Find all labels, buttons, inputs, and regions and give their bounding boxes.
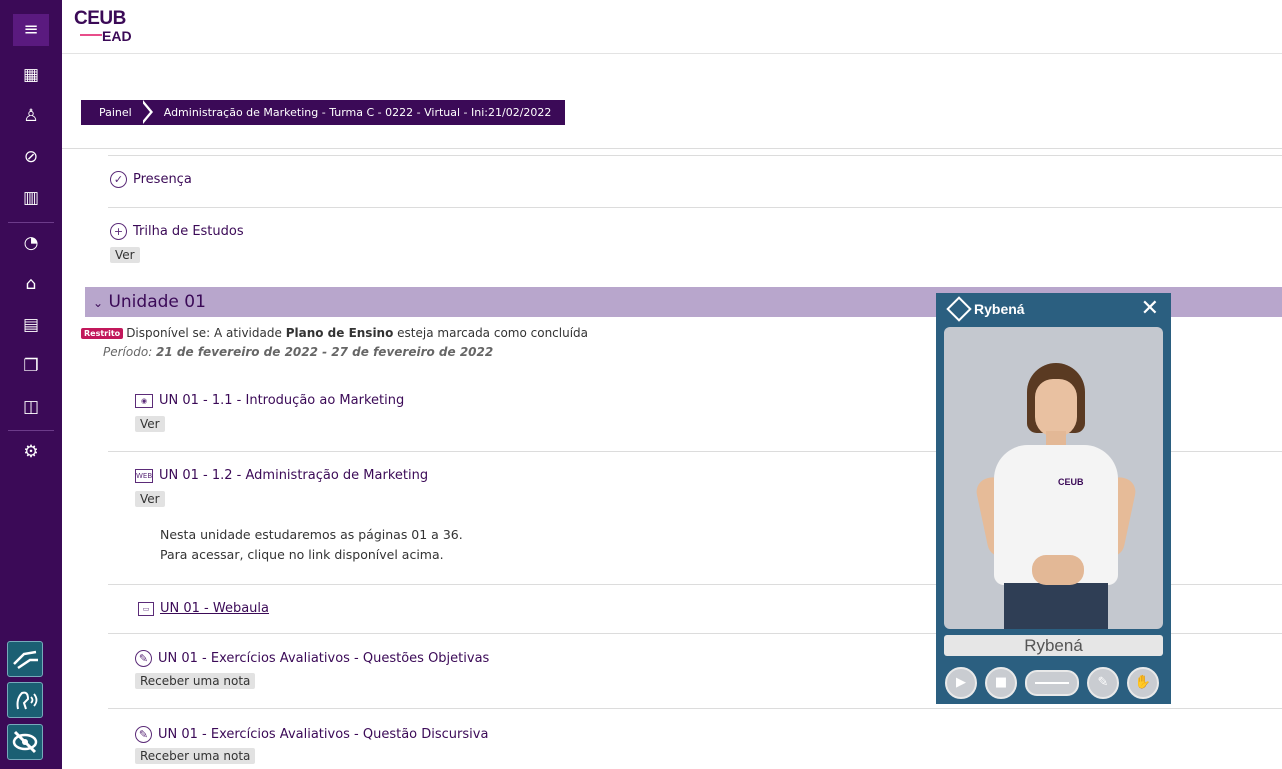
web-file-icon: WEB: [135, 468, 153, 483]
completion-tag: Receber uma nota: [135, 748, 256, 764]
divider: [108, 708, 1282, 709]
stop-button[interactable]: ■: [985, 667, 1017, 699]
dashboard-icon[interactable]: ▦: [0, 56, 62, 94]
completion-tag: Ver: [110, 247, 140, 263]
activity-title: UN 01 - 1.1 - Introdução ao Marketing: [159, 393, 405, 408]
ceub-ead-logo[interactable]: CEUB EAD: [74, 8, 134, 48]
avatar-jeans: [1004, 583, 1108, 629]
rybena-avatar-stage: CEUB: [944, 327, 1163, 629]
activity-title: UN 01 - Exercícios Avaliativos - Questão…: [158, 727, 489, 742]
book-icon[interactable]: ▥: [0, 179, 62, 217]
rail-divider: [8, 222, 54, 223]
plus-icon: +: [110, 223, 127, 240]
calendar-icon[interactable]: ▤: [0, 306, 62, 344]
avatar-shirt-logo: CEUB: [1058, 477, 1084, 487]
clipboard-icon: ▭: [138, 601, 154, 616]
check-circle-icon[interactable]: ⊘: [0, 138, 62, 176]
restriction-note: Restrito Disponível se: A atividade Plano…: [81, 326, 588, 340]
activity-title: Presença: [133, 172, 192, 187]
sign-language-button[interactable]: [7, 641, 43, 677]
activity-description-line: Para acessar, clique no link disponível …: [160, 547, 444, 562]
divider: [62, 148, 1282, 149]
speed-slider[interactable]: [1025, 670, 1079, 696]
logo-text-bottom: EAD: [102, 28, 132, 44]
activity-description-line: Nesta unidade estudaremos as páginas 01 …: [160, 527, 463, 542]
unit-title: Unidade 01: [108, 292, 206, 312]
activity-trilha-de-estudos[interactable]: + Trilha de Estudos: [110, 223, 244, 240]
high-contrast-button[interactable]: [7, 724, 43, 760]
files-icon[interactable]: ❐: [0, 347, 62, 385]
restriction-suffix: esteja marcada como concluída: [393, 326, 589, 340]
activity-title: UN 01 - Exercícios Avaliativos - Questõe…: [158, 651, 490, 666]
rybena-title: Rybená: [974, 301, 1025, 317]
breadcrumb-course[interactable]: Administração de Marketing - Turma C - 0…: [157, 100, 566, 125]
webaula-link[interactable]: UN 01 - Webaula: [160, 601, 269, 616]
participants-icon[interactable]: ♙: [0, 97, 62, 135]
logo-accent-bar: [80, 34, 102, 36]
close-icon[interactable]: ✕: [1141, 296, 1159, 321]
hands-icon: [13, 650, 38, 670]
quiz-icon: ✎: [135, 726, 152, 743]
divider: [108, 207, 1282, 208]
divider: [108, 155, 1282, 156]
speedometer-icon[interactable]: ◔: [0, 224, 62, 262]
eye-slash-icon: [12, 730, 38, 754]
avatar-face: [1035, 379, 1077, 437]
activity-questao-discursiva[interactable]: ✎ UN 01 - Exercícios Avaliativos - Questã…: [135, 726, 488, 743]
quiz-icon: ✎: [135, 650, 152, 667]
rail-divider: [8, 430, 54, 431]
period-label: Período:: [103, 345, 157, 359]
activity-title: UN 01 - 1.2 - Administração de Marketing: [159, 468, 429, 483]
speaking-head-icon: [16, 691, 38, 710]
activity-title: Trilha de Estudos: [133, 224, 244, 239]
restricted-badge: Restrito: [81, 328, 124, 339]
restriction-prefix: Disponível se: A atividade: [126, 326, 286, 340]
hand-icon[interactable]: ✋: [1127, 667, 1159, 699]
rybena-header[interactable]: Rybená ✕: [936, 293, 1171, 327]
top-header: CEUB EAD: [62, 0, 1282, 54]
left-nav-rail: ≡ ▦ ♙ ⊘ ▥ ◔ ⌂ ▤ ❐ ◫ ⚙: [0, 0, 62, 769]
logo-text-top: CEUB: [74, 8, 126, 29]
breadcrumb: Painel Administração de Marketing - Turm…: [81, 100, 566, 125]
voice-reader-button[interactable]: [7, 682, 43, 718]
breadcrumb-chevron-icon: [139, 100, 158, 125]
period-note: Período: 21 de fevereiro de 2022 - 27 de…: [103, 345, 493, 359]
hamburger-menu-button[interactable]: ≡: [13, 14, 49, 46]
pencil-icon[interactable]: ✎: [1087, 667, 1119, 699]
activity-questoes-objetivas[interactable]: ✎ UN 01 - Exercícios Avaliativos - Questõ…: [135, 650, 489, 667]
rybena-sign-language-widget: Rybená ✕ CEUB Rybená ▶ ■ ✎ ✋: [936, 293, 1171, 704]
breadcrumb-home[interactable]: Painel: [81, 100, 144, 125]
activity-introducao-marketing[interactable]: ◉ UN 01 - 1.1 - Introdução ao Marketing: [135, 393, 404, 408]
check-icon: ✓: [110, 171, 127, 188]
activity-webaula[interactable]: ▭ UN 01 - Webaula: [138, 601, 269, 616]
video-file-icon: ◉: [135, 393, 153, 408]
rybena-logo-icon: [946, 296, 972, 322]
rybena-text-display: Rybená: [944, 635, 1163, 656]
activity-administracao-marketing[interactable]: WEB UN 01 - 1.2 - Administração de Market…: [135, 468, 428, 483]
period-value: 21 de fevereiro de 2022 - 27 de fevereir…: [156, 345, 494, 359]
play-button[interactable]: ▶: [945, 667, 977, 699]
avatar-hands: [1032, 555, 1084, 585]
completion-tag: Ver: [135, 416, 165, 432]
chevron-down-icon: ⌄: [93, 296, 104, 310]
home-icon[interactable]: ⌂: [0, 265, 62, 303]
completion-tag: Receber uma nota: [135, 673, 256, 689]
completion-tag: Ver: [135, 491, 165, 507]
activity-presenca[interactable]: ✓ Presença: [110, 171, 192, 188]
clipboard-icon[interactable]: ◫: [0, 388, 62, 426]
restriction-activity: Plano de Ensino: [285, 326, 394, 340]
settings-icon[interactable]: ⚙: [0, 433, 62, 471]
